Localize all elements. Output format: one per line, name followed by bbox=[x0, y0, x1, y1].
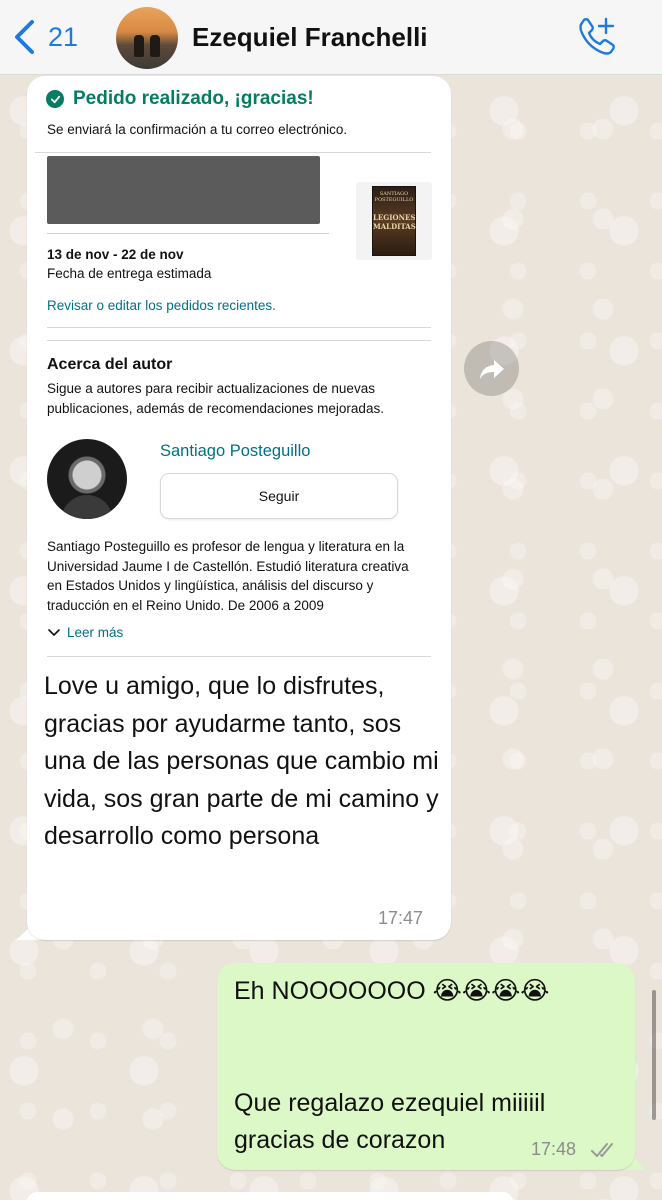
author-avatar[interactable] bbox=[47, 439, 127, 519]
back-button[interactable]: 21 bbox=[12, 18, 78, 56]
order-status-row: Pedido realizado, ¡gracias! bbox=[46, 88, 314, 110]
outgoing-message-bubble[interactable]: Eh NOOOOOOO 😭😭😭😭 Que regalazo ezequiel m… bbox=[217, 963, 635, 1170]
divider bbox=[35, 152, 431, 153]
book-cover-image[interactable]: SANTIAGO POSTEGUILLO LEGIONES MALDITAS bbox=[372, 186, 416, 256]
read-more-label: Leer más bbox=[67, 625, 124, 640]
message-timestamp: 17:48 bbox=[531, 1139, 577, 1159]
read-more-toggle[interactable]: Leer más bbox=[47, 625, 123, 640]
order-confirm-subtitle: Se enviará la confirmación a tu correo e… bbox=[47, 122, 348, 137]
next-message-bubble[interactable] bbox=[27, 1192, 513, 1200]
delivery-label: Fecha de entrega estimada bbox=[47, 266, 212, 281]
about-author-title: Acerca del autor bbox=[47, 356, 173, 373]
chat-header: 21 Ezequiel Franchelli bbox=[0, 0, 662, 75]
chevron-left-icon bbox=[15, 20, 34, 54]
follow-button[interactable]: Seguir bbox=[160, 473, 398, 519]
order-confirm-title: Pedido realizado, ¡gracias! bbox=[73, 88, 314, 109]
about-author-description: Sigue a autores para recibir actualizaci… bbox=[47, 381, 384, 416]
phone-add-icon[interactable] bbox=[576, 17, 618, 57]
divider bbox=[47, 656, 431, 657]
contact-name[interactable]: Ezequiel Franchelli bbox=[192, 22, 428, 53]
delivery-dates: 13 de nov - 22 de nov bbox=[47, 247, 184, 262]
message-timestamp: 17:47 bbox=[378, 908, 424, 928]
redacted-block bbox=[47, 156, 320, 224]
forward-arrow-icon bbox=[479, 359, 504, 379]
outgoing-message-line: Eh NOOOOOOO 😭😭😭😭 bbox=[234, 977, 550, 1005]
divider bbox=[47, 327, 431, 328]
unread-count: 21 bbox=[48, 21, 79, 52]
author-bio: Santiago Posteguillo es profesor de leng… bbox=[47, 539, 409, 613]
divider bbox=[47, 233, 329, 234]
author-name-link[interactable]: Santiago Posteguillo bbox=[160, 442, 310, 461]
divider bbox=[47, 340, 431, 341]
incoming-message-bubble[interactable]: Pedido realizado, ¡gracias! Se enviará l… bbox=[27, 76, 451, 940]
contact-avatar[interactable] bbox=[116, 7, 178, 69]
check-circle-icon bbox=[46, 90, 64, 108]
scrollbar[interactable] bbox=[652, 990, 656, 1120]
incoming-message-text: Love u amigo, que lo disfrutes, gracias … bbox=[44, 672, 439, 850]
forward-button[interactable] bbox=[464, 341, 519, 396]
double-check-icon bbox=[591, 1143, 613, 1157]
review-orders-link[interactable]: Revisar o editar los pedidos recientes. bbox=[47, 298, 276, 313]
chevron-down-icon bbox=[48, 628, 60, 636]
